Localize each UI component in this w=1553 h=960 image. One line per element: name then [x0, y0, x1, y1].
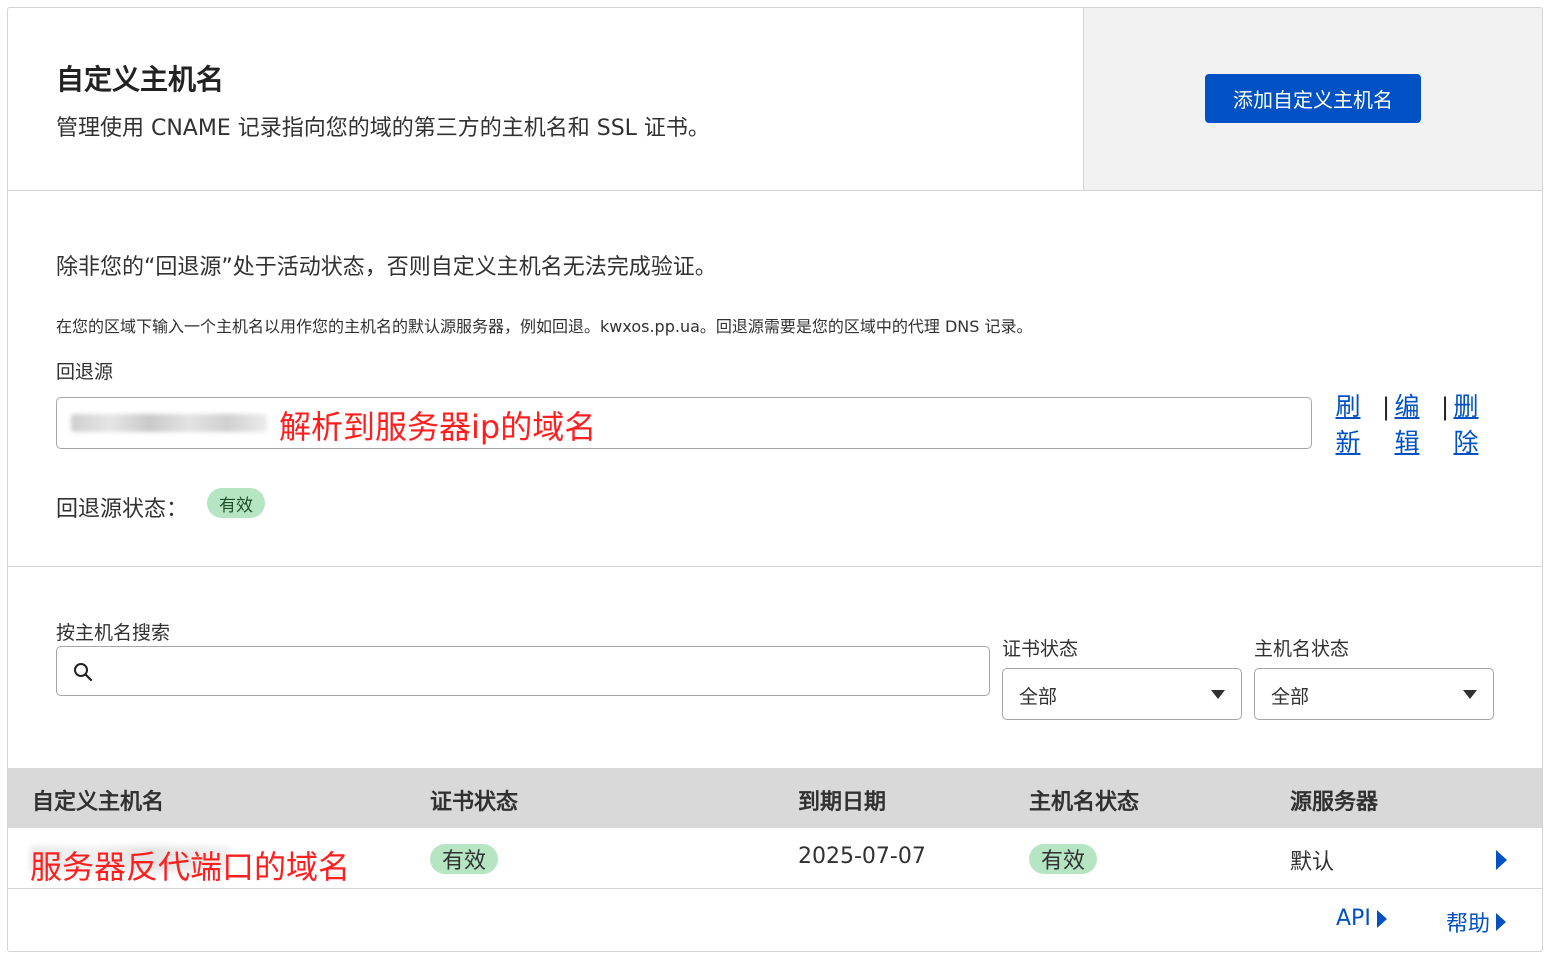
fallback-status-badge: 有效: [207, 488, 265, 518]
origin-server: 默认: [1290, 850, 1335, 875]
caret-right-icon: [1376, 909, 1387, 928]
hostname-annotation: 服务器反代端口的域名: [30, 848, 351, 886]
fallback-origin-section: 除非您的“回退源”处于活动状态，否则自定义主机名无法完成验证。 在您的区域下输入…: [8, 191, 1542, 567]
table-header: 自定义主机名 证书状态 到期日期 主机名状态 源服务器: [8, 768, 1542, 828]
search-icon: [74, 663, 93, 682]
expand-row-icon[interactable]: [1496, 850, 1507, 870]
action-separator: |: [1441, 393, 1450, 421]
fallback-origin-field[interactable]: 解析到服务器ip的域名: [56, 397, 1312, 449]
fallback-actions: 刷 新 | 编 辑 | 删 除: [1334, 389, 1514, 469]
edit-link-line2[interactable]: 辑: [1393, 425, 1421, 461]
custom-hostnames-card: 自定义主机名 管理使用 CNAME 记录指向您的域的第三方的主机名和 SSL 证…: [7, 7, 1543, 952]
page-subtitle: 管理使用 CNAME 记录指向您的域的第三方的主机名和 SSL 证书。: [56, 116, 710, 141]
column-origin: 源服务器: [1290, 790, 1379, 815]
host-status-badge: 有效: [1029, 844, 1098, 874]
card-header: 自定义主机名 管理使用 CNAME 记录指向您的域的第三方的主机名和 SSL 证…: [8, 8, 1542, 191]
help-link[interactable]: 帮助: [1446, 906, 1507, 938]
fallback-description: 在您的区域下输入一个主机名以用作您的主机名的默认源服务器，例如回退。kwxos.…: [56, 317, 1033, 336]
fallback-status-label: 回退源状态：: [56, 497, 189, 522]
cert-status-label: 证书状态: [1002, 638, 1079, 660]
api-link-label: API: [1336, 906, 1371, 931]
host-status-select[interactable]: 全部: [1254, 668, 1494, 720]
expiry-date: 2025-07-07: [798, 844, 926, 869]
delete-link-line1[interactable]: 删: [1452, 389, 1480, 425]
header-actions: 添加自定义主机名: [1083, 8, 1542, 190]
cert-status-value: 全部: [1019, 686, 1058, 708]
delete-link-line2[interactable]: 除: [1452, 425, 1480, 461]
refresh-link-line1[interactable]: 刷: [1334, 389, 1362, 425]
action-separator: |: [1382, 393, 1391, 421]
add-custom-hostname-button[interactable]: 添加自定义主机名: [1205, 74, 1421, 123]
edit-link-line1[interactable]: 编: [1393, 389, 1421, 425]
host-status-label: 主机名状态: [1254, 638, 1350, 660]
column-cert-status: 证书状态: [430, 790, 519, 815]
caret-right-icon: [1496, 913, 1507, 931]
column-host-status: 主机名状态: [1029, 790, 1140, 815]
chevron-down-icon: [1463, 690, 1477, 699]
host-status-value: 全部: [1271, 686, 1310, 708]
header-main: 自定义主机名 管理使用 CNAME 记录指向您的域的第三方的主机名和 SSL 证…: [8, 8, 1083, 190]
refresh-link-line2[interactable]: 新: [1334, 425, 1362, 461]
cert-status-select[interactable]: 全部: [1002, 668, 1242, 720]
cert-status-badge: 有效: [430, 844, 499, 874]
fallback-annotation: 解析到服务器ip的域名: [279, 408, 597, 446]
redacted-hostname: [71, 414, 267, 432]
help-link-label: 帮助: [1446, 912, 1491, 937]
chevron-down-icon: [1211, 690, 1225, 699]
page-title: 自定义主机名: [56, 63, 225, 96]
api-link[interactable]: API: [1336, 906, 1387, 931]
column-hostname: 自定义主机名: [32, 790, 165, 815]
fallback-origin-label: 回退源: [56, 361, 114, 383]
table-row[interactable]: 服务器反代端口的域名 有效 2025-07-07 有效 默认: [8, 828, 1542, 889]
fallback-notice: 除非您的“回退源”处于活动状态，否则自定义主机名无法完成验证。: [56, 255, 717, 280]
column-expiry: 到期日期: [798, 790, 887, 815]
search-label: 按主机名搜索: [56, 622, 171, 644]
hostname-search-input[interactable]: [56, 646, 990, 696]
